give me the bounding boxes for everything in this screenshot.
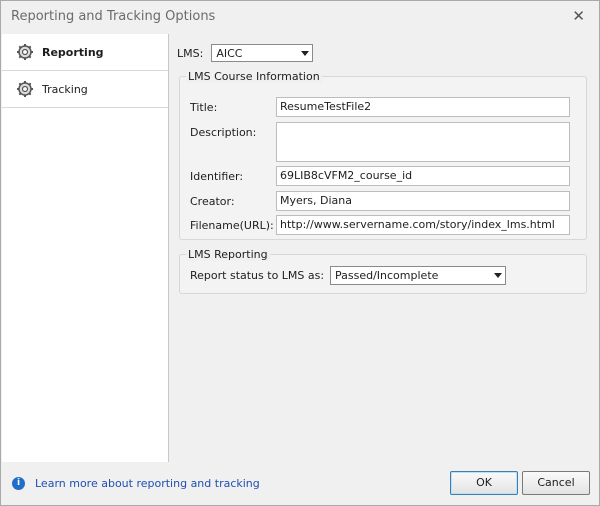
filename-row: Filename(URL): http://www.servername.com… bbox=[190, 215, 570, 235]
description-row: Description: bbox=[190, 122, 570, 162]
filename-input[interactable]: http://www.servername.com/story/index_lm… bbox=[276, 215, 570, 235]
title-row: Title: ResumeTestFile2 bbox=[190, 97, 570, 117]
course-info-group: LMS Course Information Title: ResumeTest… bbox=[179, 70, 587, 240]
description-input[interactable] bbox=[276, 122, 570, 162]
course-info-legend: LMS Course Information bbox=[186, 70, 322, 83]
title-input[interactable]: ResumeTestFile2 bbox=[276, 97, 570, 117]
titlebar: Reporting and Tracking Options ✕ bbox=[1, 1, 599, 33]
sidebar-item-tracking[interactable]: Tracking bbox=[2, 71, 168, 108]
help-link-text[interactable]: Learn more about reporting and tracking bbox=[35, 477, 260, 490]
chevron-down-icon bbox=[494, 273, 502, 278]
lms-label: LMS: bbox=[177, 46, 204, 60]
identifier-input[interactable]: 69LIB8cVFM2_course_id bbox=[276, 166, 570, 186]
footer: i Learn more about reporting and trackin… bbox=[2, 463, 598, 504]
help-link[interactable]: i Learn more about reporting and trackin… bbox=[12, 477, 260, 490]
identifier-label: Identifier: bbox=[190, 170, 244, 183]
title-label: Title: bbox=[190, 101, 218, 114]
ok-button[interactable]: OK bbox=[450, 471, 518, 495]
report-status-value: Passed/Incomplete bbox=[335, 269, 439, 282]
lms-reporting-group: LMS Reporting Report status to LMS as: P… bbox=[179, 248, 587, 294]
description-label: Description: bbox=[190, 126, 257, 139]
lms-row: LMS: AICC bbox=[177, 44, 314, 62]
sidebar-item-label: Tracking bbox=[42, 82, 88, 96]
window-title: Reporting and Tracking Options bbox=[11, 9, 216, 24]
options-dialog: Reporting and Tracking Options ✕ Reporti… bbox=[0, 0, 600, 506]
sidebar-item-label: Reporting bbox=[42, 45, 104, 59]
lms-reporting-legend: LMS Reporting bbox=[186, 248, 270, 261]
report-status-label: Report status to LMS as: bbox=[190, 269, 325, 282]
creator-input[interactable]: Myers, Diana bbox=[276, 191, 570, 211]
chevron-down-icon bbox=[301, 51, 310, 56]
gear-icon bbox=[17, 44, 33, 60]
creator-label: Creator: bbox=[190, 195, 235, 208]
filename-label: Filename(URL): bbox=[190, 219, 274, 232]
sidebar-item-reporting[interactable]: Reporting bbox=[2, 34, 168, 71]
cancel-button[interactable]: Cancel bbox=[522, 471, 590, 495]
sidebar: Reporting Tracking bbox=[2, 34, 169, 462]
report-status-select[interactable]: Passed/Incomplete bbox=[330, 266, 506, 285]
content-panel: LMS: AICC LMS Course Information Title: … bbox=[169, 34, 597, 462]
creator-row: Creator: Myers, Diana bbox=[190, 191, 570, 211]
close-icon[interactable]: ✕ bbox=[572, 7, 585, 25]
gear-icon bbox=[17, 81, 33, 97]
info-icon: i bbox=[12, 477, 25, 490]
report-status-row: Report status to LMS as: Passed/Incomple… bbox=[190, 266, 506, 285]
lms-select[interactable]: AICC bbox=[211, 44, 314, 62]
identifier-row: Identifier: 69LIB8cVFM2_course_id bbox=[190, 166, 570, 186]
lms-select-value: AICC bbox=[216, 47, 243, 60]
